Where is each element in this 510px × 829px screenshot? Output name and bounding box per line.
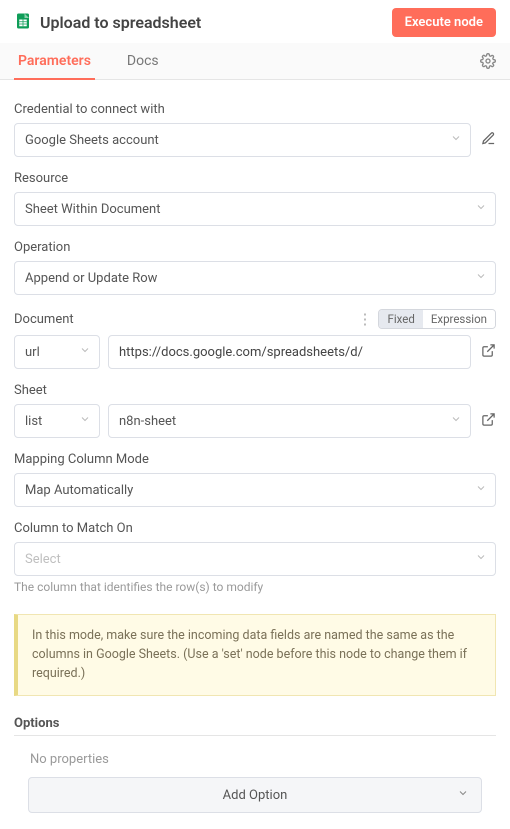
- field-mapping-mode: Mapping Column Mode Map Automatically: [14, 452, 496, 507]
- add-option-label: Add Option: [223, 788, 288, 803]
- credential-value: Google Sheets account: [25, 133, 440, 148]
- open-document-icon[interactable]: [481, 343, 496, 362]
- google-sheets-icon: [14, 12, 32, 34]
- chevron-down-icon: [475, 482, 487, 498]
- sheet-value: n8n-sheet: [119, 414, 440, 429]
- chevron-down-icon: [475, 201, 487, 217]
- label-mapping-mode: Mapping Column Mode: [14, 452, 496, 467]
- execute-node-button[interactable]: Execute node: [392, 8, 496, 37]
- field-sheet: Sheet list n8n-sheet: [14, 383, 496, 438]
- node-title: Upload to spreadsheet: [40, 13, 392, 32]
- chevron-down-icon: [475, 270, 487, 286]
- field-document: Document ⋮ Fixed Expression url https://…: [14, 309, 496, 369]
- header: Upload to spreadsheet Execute node: [0, 0, 510, 43]
- open-sheet-icon[interactable]: [481, 412, 496, 431]
- mapping-mode-value: Map Automatically: [25, 483, 465, 498]
- chevron-down-icon: [475, 551, 487, 567]
- field-resource: Resource Sheet Within Document: [14, 171, 496, 226]
- chevron-down-icon: [450, 132, 462, 148]
- mode-fixed[interactable]: Fixed: [379, 310, 422, 328]
- credential-select[interactable]: Google Sheets account: [14, 123, 471, 157]
- chevron-down-icon: [79, 413, 91, 429]
- field-options-icon[interactable]: ⋮: [357, 314, 372, 324]
- tabs: Parameters Docs: [0, 43, 510, 80]
- chevron-down-icon: [79, 344, 91, 360]
- column-match-select[interactable]: Select: [14, 542, 496, 576]
- document-mode-toggle: Fixed Expression: [378, 309, 496, 329]
- mode-expression[interactable]: Expression: [423, 310, 495, 328]
- mapping-mode-select[interactable]: Map Automatically: [14, 473, 496, 507]
- field-credential: Credential to connect with Google Sheets…: [14, 102, 496, 157]
- column-match-helper: The column that identifies the row(s) to…: [14, 580, 496, 594]
- tab-docs[interactable]: Docs: [123, 43, 163, 79]
- settings-gear-icon[interactable]: [474, 47, 496, 79]
- options-title: Options: [14, 716, 496, 731]
- field-column-match: Column to Match On Select The column tha…: [14, 521, 496, 594]
- operation-value: Append or Update Row: [25, 271, 465, 286]
- field-operation: Operation Append or Update Row: [14, 240, 496, 295]
- label-column-match: Column to Match On: [14, 521, 496, 536]
- label-document: Document: [14, 312, 357, 327]
- edit-credential-icon[interactable]: [481, 131, 496, 150]
- resource-value: Sheet Within Document: [25, 202, 465, 217]
- label-resource: Resource: [14, 171, 496, 186]
- sheet-select[interactable]: n8n-sheet: [108, 404, 471, 438]
- document-sub-mode: url: [25, 345, 69, 360]
- parameters-panel: Credential to connect with Google Sheets…: [0, 80, 510, 829]
- tab-parameters[interactable]: Parameters: [14, 43, 95, 79]
- mapping-info-note: In this mode, make sure the incoming dat…: [14, 614, 496, 696]
- chevron-down-icon: [457, 787, 469, 803]
- document-url-input[interactable]: https://docs.google.com/spreadsheets/d/: [108, 335, 471, 369]
- add-option-button[interactable]: Add Option: [28, 777, 481, 813]
- sheet-sub-mode: list: [25, 414, 69, 429]
- options-empty: No properties: [30, 752, 496, 767]
- sheet-mode-select[interactable]: list: [14, 404, 100, 438]
- label-sheet: Sheet: [14, 383, 496, 398]
- label-operation: Operation: [14, 240, 496, 255]
- divider: [14, 735, 496, 736]
- operation-select[interactable]: Append or Update Row: [14, 261, 496, 295]
- document-url-value: https://docs.google.com/spreadsheets/d/: [119, 345, 363, 360]
- document-mode-select[interactable]: url: [14, 335, 100, 369]
- resource-select[interactable]: Sheet Within Document: [14, 192, 496, 226]
- chevron-down-icon: [450, 413, 462, 429]
- label-credential: Credential to connect with: [14, 102, 496, 117]
- column-match-placeholder: Select: [25, 552, 465, 567]
